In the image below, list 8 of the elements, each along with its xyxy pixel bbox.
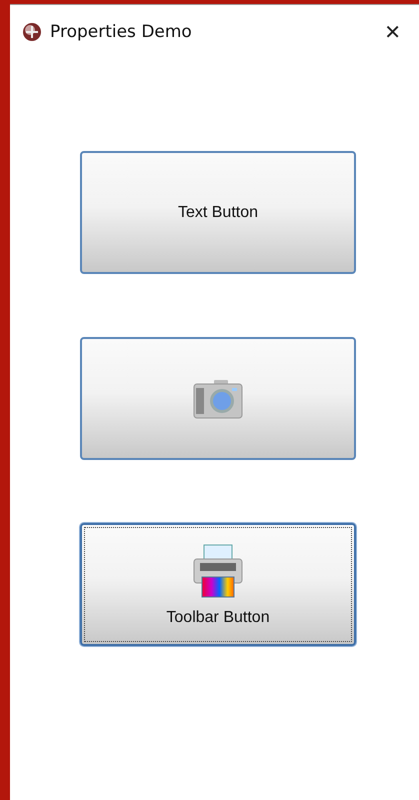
toolbar-button[interactable]: Toolbar Button — [80, 523, 356, 646]
printer-icon — [192, 542, 244, 598]
close-button[interactable]: ✕ — [380, 20, 405, 44]
text-button[interactable]: Text Button — [80, 151, 356, 274]
camera-icon — [192, 378, 244, 420]
window-title: Properties Demo — [50, 22, 192, 42]
app-icon — [22, 22, 42, 42]
camera-button[interactable] — [80, 337, 356, 460]
